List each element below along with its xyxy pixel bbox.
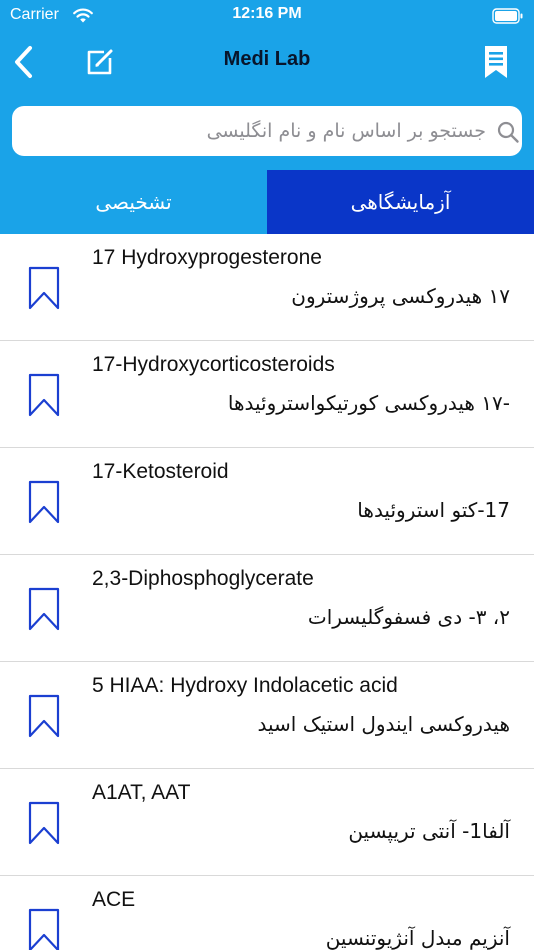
app-header: Carrier 12:16 PM Medi Lab — [0, 0, 534, 170]
test-english-name: 5 HIAA: Hydroxy Indolacetic acid — [92, 674, 398, 697]
list-item[interactable]: 2,3-Diphosphoglycerate ۲، ۳- دی فسفوگلیس… — [0, 555, 534, 662]
edit-button[interactable] — [80, 42, 120, 82]
tab-laboratory[interactable]: آزمایشگاهی — [267, 170, 534, 234]
bookmark-icon[interactable] — [28, 801, 60, 845]
tab-diagnostic[interactable]: تشخیصی — [0, 170, 267, 234]
list-item[interactable]: 17-Ketosteroid 17-کتو استروئیدها — [0, 448, 534, 555]
list-item[interactable]: 5 HIAA: Hydroxy Indolacetic acid هیدروکس… — [0, 662, 534, 769]
test-persian-name: هیدروکسی ایندول استیک اسید — [257, 712, 510, 736]
bookmark-icon[interactable] — [28, 373, 60, 417]
list-item[interactable]: A1AT, AAT آلفا1- آنتی تریپسین — [0, 769, 534, 876]
bookmark-icon[interactable] — [28, 908, 60, 950]
bookmark-icon[interactable] — [28, 480, 60, 524]
test-english-name: 2,3-Diphosphoglycerate — [92, 567, 314, 590]
test-persian-name: آنزیم مبدل آنژیوتنسین — [325, 926, 510, 950]
search-icon — [497, 121, 519, 143]
test-english-name: 17 Hydroxyprogesterone — [92, 246, 322, 269]
compose-icon — [87, 49, 113, 75]
search-bar — [12, 106, 522, 156]
test-list: 17 Hydroxyprogesterone ۱۷ هیدروکسی پروژس… — [0, 234, 534, 950]
test-persian-name: ۱۷ هیدروکسی پروژسترون — [291, 284, 510, 308]
category-tabs: تشخیصی آزمایشگاهی — [0, 170, 534, 234]
list-item[interactable]: 17 Hydroxyprogesterone ۱۷ هیدروکسی پروژس… — [0, 234, 534, 341]
test-persian-name: آلفا1- آنتی تریپسین — [348, 819, 510, 843]
back-button[interactable] — [8, 42, 38, 82]
test-english-name: 17-Hydroxycorticosteroids — [92, 353, 335, 376]
test-english-name: 17-Ketosteroid — [92, 460, 229, 483]
navigation-bar: Medi Lab — [0, 38, 534, 88]
status-time: 12:16 PM — [232, 5, 302, 22]
list-item[interactable]: 17-Hydroxycorticosteroids -۱۷ هیدروکسی ک… — [0, 341, 534, 448]
test-persian-name: 17-کتو استروئیدها — [357, 498, 510, 522]
chevron-left-icon — [15, 46, 32, 78]
bookmarks-button[interactable] — [478, 42, 514, 82]
battery-icon — [492, 8, 523, 24]
list-item[interactable]: ACE آنزیم مبدل آنژیوتنسین — [0, 876, 534, 950]
search-input[interactable] — [26, 106, 486, 156]
test-english-name: A1AT, AAT — [92, 781, 191, 804]
status-bar: Carrier 12:16 PM — [0, 0, 534, 32]
bookmark-icon[interactable] — [28, 694, 60, 738]
bookmark-icon[interactable] — [28, 266, 60, 310]
test-persian-name: -۱۷ هیدروکسی کورتیکواستروئیدها — [227, 391, 510, 415]
bookmark-list-icon — [485, 46, 507, 78]
test-english-name: ACE — [92, 888, 136, 911]
bookmark-icon[interactable] — [28, 587, 60, 631]
test-persian-name: ۲، ۳- دی فسفوگلیسرات — [307, 605, 510, 629]
